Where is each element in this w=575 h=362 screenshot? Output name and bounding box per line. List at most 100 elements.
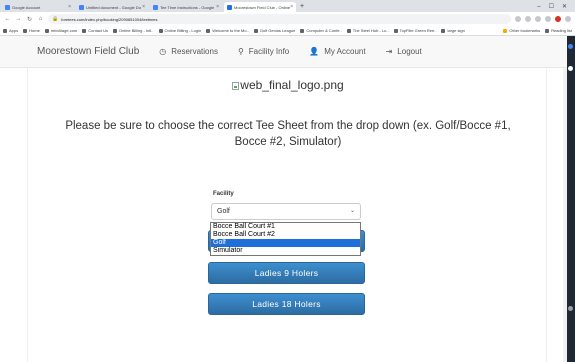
clock-icon: ◷ xyxy=(159,47,167,56)
apps-grid-icon xyxy=(3,28,7,33)
nav-my-account[interactable]: 👤 My Account xyxy=(309,47,365,56)
lock-icon: 🔒 xyxy=(52,16,59,22)
tab-title: Google Account xyxy=(12,4,41,10)
nav-reservations[interactable]: ◷ Reservations xyxy=(159,47,218,56)
close-tab-icon[interactable]: × xyxy=(290,4,293,10)
extensions-icon[interactable] xyxy=(545,16,551,22)
facility-option[interactable]: Bocce Ball Court #1 xyxy=(211,223,360,231)
bookmark-item[interactable]: Computer & Confe.. xyxy=(300,28,342,33)
close-tab-icon[interactable]: × xyxy=(68,4,71,10)
bookmark-label: Welcome to the Mo.. xyxy=(212,28,249,33)
bookmark-item[interactable]: TopFlite Green Ree.. xyxy=(393,28,437,33)
bookmark-item[interactable]: Home xyxy=(23,28,40,33)
menu-dots-icon[interactable] xyxy=(565,16,571,22)
user-icon: 👤 xyxy=(309,47,320,56)
nav-label: Reservations xyxy=(171,47,218,56)
bookmark-item[interactable]: Welcome to the Mo.. xyxy=(206,28,249,33)
facility-option[interactable]: Bocce Ball Court #2 xyxy=(211,231,360,239)
forward-arrow-icon[interactable]: → xyxy=(15,16,22,22)
other-bookmarks[interactable]: Other bookmarks xyxy=(503,28,540,33)
url-field[interactable]: 🔒 foretees.com/index.php/booking/2090651… xyxy=(48,14,511,24)
logo-alt-text: web_final_logo.png xyxy=(240,78,344,92)
tab-favicon-icon xyxy=(227,4,232,10)
ladies-18-holers-button[interactable]: Ladies 18 Holers xyxy=(208,293,365,315)
desktop-icon xyxy=(568,44,573,49)
chevron-down-icon: ⌄ xyxy=(349,208,355,214)
bookmark-label: TopFlite Green Ree.. xyxy=(399,28,437,33)
reading-list-icon xyxy=(545,28,550,33)
bookmark-favicon-icon xyxy=(441,28,446,33)
bookmark-item[interactable]: Apps xyxy=(3,28,18,33)
bookmark-star-icon[interactable] xyxy=(535,16,541,22)
reading-list[interactable]: Reading list xyxy=(545,28,572,33)
maximize-button[interactable]: ☐ xyxy=(549,2,554,12)
desktop-edge xyxy=(567,36,575,362)
bookmark-item[interactable]: Online Billing - Login xyxy=(158,28,202,33)
browser-tab[interactable]: Tee Time Instructions - Google × xyxy=(150,2,222,12)
bookmarks-bar: Apps Home mfcvillage.com Contact Us Onli… xyxy=(0,26,575,36)
bookmark-label: The Steel Hub - Lu.. xyxy=(352,28,389,33)
browser-tab[interactable]: Google Account × xyxy=(2,2,74,12)
bookmark-label: Golf Genius League xyxy=(259,28,296,33)
new-tab-button[interactable]: + xyxy=(296,2,308,12)
bookmark-item[interactable]: mfcvillage.com xyxy=(44,28,78,33)
bookmark-label: Online Billing - Login xyxy=(164,28,202,33)
home-icon[interactable]: ⌂ xyxy=(37,16,44,22)
bookmark-label: Computer & Confe.. xyxy=(306,28,342,33)
bookmark-label: Apps xyxy=(9,28,19,33)
nav-logout[interactable]: ⇥ Logout xyxy=(386,47,422,56)
bookmark-label: Other bookmarks xyxy=(509,28,541,33)
main-content: web_final_logo.png Please be sure to cho… xyxy=(27,68,547,362)
close-tab-icon[interactable]: × xyxy=(142,4,145,10)
ladies-9-holers-button[interactable]: Ladies 9 Holers xyxy=(208,262,365,284)
tab-favicon-icon xyxy=(5,4,10,10)
bookmark-item[interactable]: Contact Us xyxy=(82,28,108,33)
share-icon[interactable] xyxy=(525,16,531,22)
tab-title: Moorestown Field Club - Online xyxy=(234,4,291,10)
profile-avatar-icon[interactable] xyxy=(555,16,561,22)
reload-icon[interactable]: ↻ xyxy=(26,16,33,23)
facility-option-selected[interactable]: Golf xyxy=(211,239,360,247)
bookmark-label: Home xyxy=(29,28,40,33)
site-brand[interactable]: Moorestown Field Club xyxy=(37,46,139,57)
close-tab-icon[interactable]: × xyxy=(216,4,219,10)
facility-select[interactable]: Golf ⌄ xyxy=(211,203,361,220)
browser-tab[interactable]: Untitled document - Google Do × xyxy=(76,2,148,12)
bookmark-favicon-icon xyxy=(300,28,305,33)
nav-label: Logout xyxy=(397,47,422,56)
bookmark-favicon-icon xyxy=(158,28,163,33)
address-bar-row: ← → ↻ ⌂ 🔒 foretees.com/index.php/booking… xyxy=(0,12,575,26)
bookmark-item[interactable]: Golf Genius League xyxy=(253,28,296,33)
bookmark-favicon-icon xyxy=(44,28,49,33)
bookmark-label: Reading list xyxy=(551,28,572,33)
folder-icon xyxy=(503,28,508,33)
bookmark-label: mfcvillage.com xyxy=(50,28,78,33)
bookmark-favicon-icon xyxy=(346,28,351,33)
zoom-icon[interactable] xyxy=(515,16,521,22)
facility-label: Facility xyxy=(213,191,234,197)
bookmark-item[interactable]: Online Billing - Intl.. xyxy=(113,28,154,33)
logout-icon: ⇥ xyxy=(385,47,393,56)
bookmarks-right-group: Other bookmarks Reading list xyxy=(503,28,572,33)
browser-tab-active[interactable]: Moorestown Field Club - Online × xyxy=(224,2,296,12)
facility-option[interactable]: Simulator xyxy=(211,247,360,255)
bookmark-label: Contact Us xyxy=(88,28,109,33)
map-marker-icon: ⚲ xyxy=(237,47,244,56)
logo-image-broken: web_final_logo.png xyxy=(28,78,548,92)
bookmark-favicon-icon xyxy=(82,28,87,33)
bookmark-label: large sign xyxy=(447,28,465,33)
nav-label: Facility Info xyxy=(248,47,290,56)
bookmark-favicon-icon xyxy=(253,28,258,33)
bookmark-favicon-icon xyxy=(393,28,398,33)
close-window-button[interactable]: ✕ xyxy=(562,2,567,12)
nav-facility-info[interactable]: ⚲ Facility Info xyxy=(238,47,289,56)
minimize-button[interactable]: – xyxy=(537,2,540,12)
bookmark-item[interactable]: large sign xyxy=(441,28,465,33)
bookmark-favicon-icon xyxy=(113,28,118,33)
desktop-icon xyxy=(568,306,573,311)
back-arrow-icon[interactable]: ← xyxy=(4,16,11,22)
bookmark-favicon-icon xyxy=(206,28,211,33)
tab-title: Untitled document - Google Do xyxy=(86,4,141,10)
bookmark-item[interactable]: The Steel Hub - Lu.. xyxy=(346,28,389,33)
desktop-icon xyxy=(568,66,573,71)
